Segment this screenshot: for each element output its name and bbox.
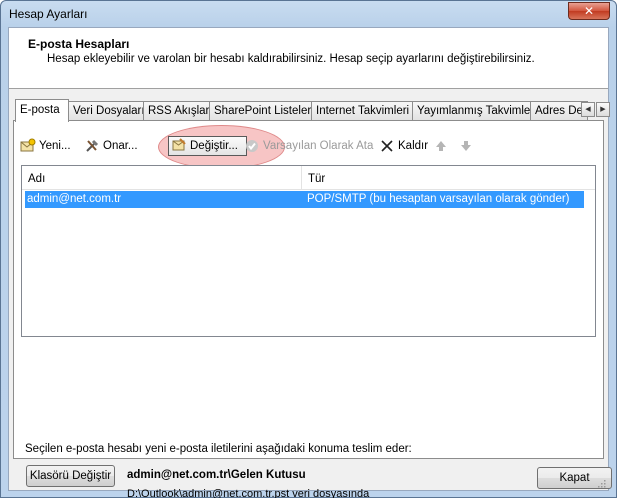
new-account-label: Yeni... (39, 139, 71, 152)
resize-grip-icon[interactable] (596, 478, 606, 488)
arrow-up-icon (433, 138, 449, 154)
delivery-file-path: D:\Outlook\admin@net.com.tr.pst veri dos… (127, 488, 370, 498)
set-default-label: Varsayılan Olarak Ata (263, 139, 374, 152)
tab-strip: E-posta Veri Dosyaları RSS Akışları Shar… (13, 99, 610, 122)
change-button[interactable]: Değiştir... (168, 136, 247, 156)
move-down-button[interactable] (458, 135, 474, 156)
remove-x-icon (379, 138, 395, 154)
tab-email[interactable]: E-posta (15, 99, 69, 122)
remove-button[interactable]: Kaldır (379, 135, 428, 156)
checkmark-icon (244, 138, 260, 154)
remove-label: Kaldır (398, 139, 429, 152)
move-up-button[interactable] (433, 135, 449, 156)
tab-data-files[interactable]: Veri Dosyaları (68, 101, 144, 121)
dialog-body: E-posta Hesapları Hesap ekleyebilir ve v… (8, 27, 612, 498)
tab-address-books[interactable]: Adres De (530, 101, 588, 121)
header-title: E-posta Hesapları (28, 37, 130, 51)
tab-rss-feeds[interactable]: RSS Akışları (143, 101, 210, 121)
column-header-name[interactable]: Adı (22, 166, 302, 190)
title-bar: Hesap Ayarları ✕ (1, 1, 616, 27)
tab-internet-calendars[interactable]: Internet Takvimleri (311, 101, 413, 121)
repair-tools-icon (84, 138, 100, 154)
account-name-cell: admin@net.com.tr (27, 193, 122, 205)
tab-sharepoint-lists[interactable]: SharePoint Listeleri (209, 101, 312, 121)
repair-button[interactable]: Onar... (84, 135, 138, 156)
header-description: Hesap ekleyebilir ve varolan bir hesabı … (47, 53, 535, 65)
set-default-button[interactable]: Varsayılan Olarak Ata (244, 135, 373, 156)
delivery-location: admin@net.com.tr\Gelen Kutusu (127, 469, 306, 481)
change-folder-button[interactable]: Klasörü Değiştir (26, 465, 115, 487)
tab-published-calendars[interactable]: Yayımlanmış Takvimler (412, 101, 531, 121)
change-account-icon (171, 137, 187, 156)
delivery-description: Seçilen e-posta hesabı yeni e-posta ilet… (25, 443, 412, 455)
window-title: Hesap Ayarları (9, 7, 88, 21)
account-settings-window: Hesap Ayarları ✕ E-posta Hesapları Hesap… (0, 0, 617, 498)
new-mail-icon (20, 138, 36, 154)
change-label: Değiştir... (190, 140, 238, 152)
repair-label: Onar... (103, 139, 138, 152)
column-header-type[interactable]: Tür (302, 166, 595, 190)
table-row[interactable]: admin@net.com.tr POP/SMTP (bu hesaptan v… (25, 191, 584, 208)
arrow-down-icon (458, 138, 474, 154)
accounts-list[interactable]: Adı Tür admin@net.com.tr POP/SMTP (bu he… (21, 165, 596, 337)
account-type-cell: POP/SMTP (bu hesaptan varsayılan olarak … (307, 193, 570, 205)
account-toolbar: Yeni... Onar... Değiştir... Varsayılan O… (20, 125, 595, 169)
new-account-button[interactable]: Yeni... (20, 135, 71, 156)
email-tab-panel: Yeni... Onar... Değiştir... Varsayılan O… (13, 120, 604, 498)
tab-scroll-left-button[interactable]: ◀ (581, 102, 595, 117)
dialog-header: E-posta Hesapları Hesap ekleyebilir ve v… (9, 28, 608, 89)
window-close-button[interactable]: ✕ (568, 2, 610, 20)
tab-scroll-right-button[interactable]: ▶ (596, 102, 610, 117)
